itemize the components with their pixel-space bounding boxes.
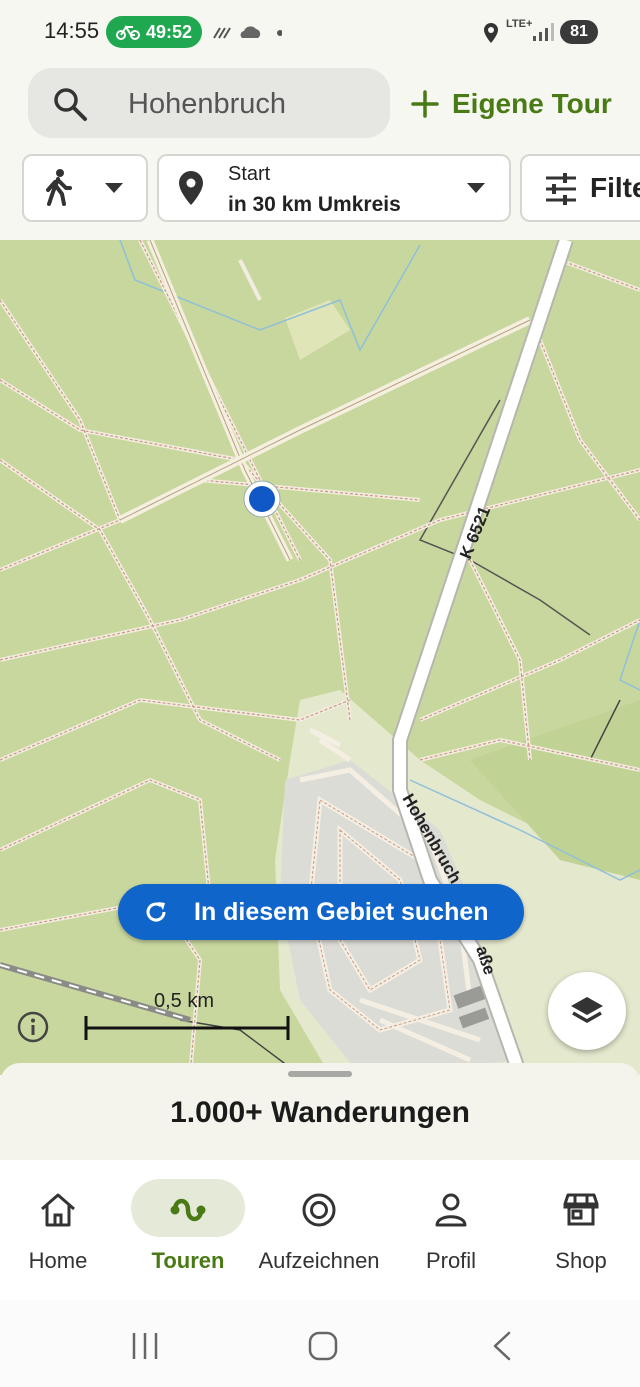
filter-sliders-icon [546,173,576,205]
touren-icon [170,1198,206,1222]
nav-aufzeichnen-label: Aufzeichnen [258,1248,380,1273]
map-layers-button[interactable] [548,972,626,1050]
sheet-drag-handle[interactable] [288,1071,352,1077]
radius-label: in 30 km Umkreis [228,193,401,216]
own-tour-button[interactable]: Eigene Tour [410,84,612,124]
ride-timer-pill[interactable]: 49:52 [106,16,202,48]
map-canvas: K 6521 Hohenbruch aße [0,240,640,1075]
nav-profil[interactable]: Profil [387,1180,515,1280]
status-time: 14:55 [44,18,100,43]
refresh-icon [146,902,166,922]
nav-profil-label: Profil [425,1248,477,1273]
chevron-down-icon [105,183,123,193]
nav-touren[interactable]: Touren [124,1180,252,1280]
plus-icon [411,90,439,118]
battery-indicator: 81 [560,20,598,44]
hiking-icon [46,169,72,206]
back-icon[interactable] [490,1330,514,1362]
ride-timer: 49:52 [145,21,193,42]
nav-home-label: Home [28,1248,88,1273]
nav-shop[interactable]: Shop [517,1180,640,1280]
chevron-down-icon [467,183,485,193]
current-location-dot [249,486,275,512]
nav-home[interactable]: Home [0,1180,122,1280]
start-label: Start [228,163,271,185]
scale-label: 0,5 km [154,990,215,1012]
results-count: 1.000+ Wanderungen [170,1096,470,1129]
bicycle-icon [115,25,140,40]
nav-touren-label: Touren [151,1248,225,1273]
map-scale-bar [84,1016,290,1040]
profile-icon [435,1193,467,1227]
shop-icon [563,1193,599,1226]
map-view[interactable]: K 6521 Hohenbruch aße [0,240,640,1075]
layers-icon [571,997,603,1024]
search-this-area-button[interactable]: In diesem Gebiet suchen [118,884,524,940]
nav-shop-label: Shop [555,1248,607,1273]
location-pin-icon [179,171,203,205]
nav-aufzeichnen[interactable]: Aufzeichnen [255,1180,383,1280]
record-icon [302,1193,336,1227]
status-notification-icons [213,26,282,39]
home-icon [41,1193,75,1227]
search-value: Hohenbruch [128,88,286,120]
search-this-area-label: In diesem Gebiet suchen [194,897,489,926]
location-status-icon [484,23,498,43]
own-tour-label: Eigene Tour [452,88,612,119]
signal-icon [533,23,554,41]
network-type: LTE+ [506,18,533,30]
filter-label: Filter [590,172,640,203]
recent-apps-icon[interactable] [130,1330,160,1362]
info-icon[interactable] [17,1011,49,1043]
search-icon [54,88,87,121]
home-system-icon[interactable] [307,1330,339,1362]
